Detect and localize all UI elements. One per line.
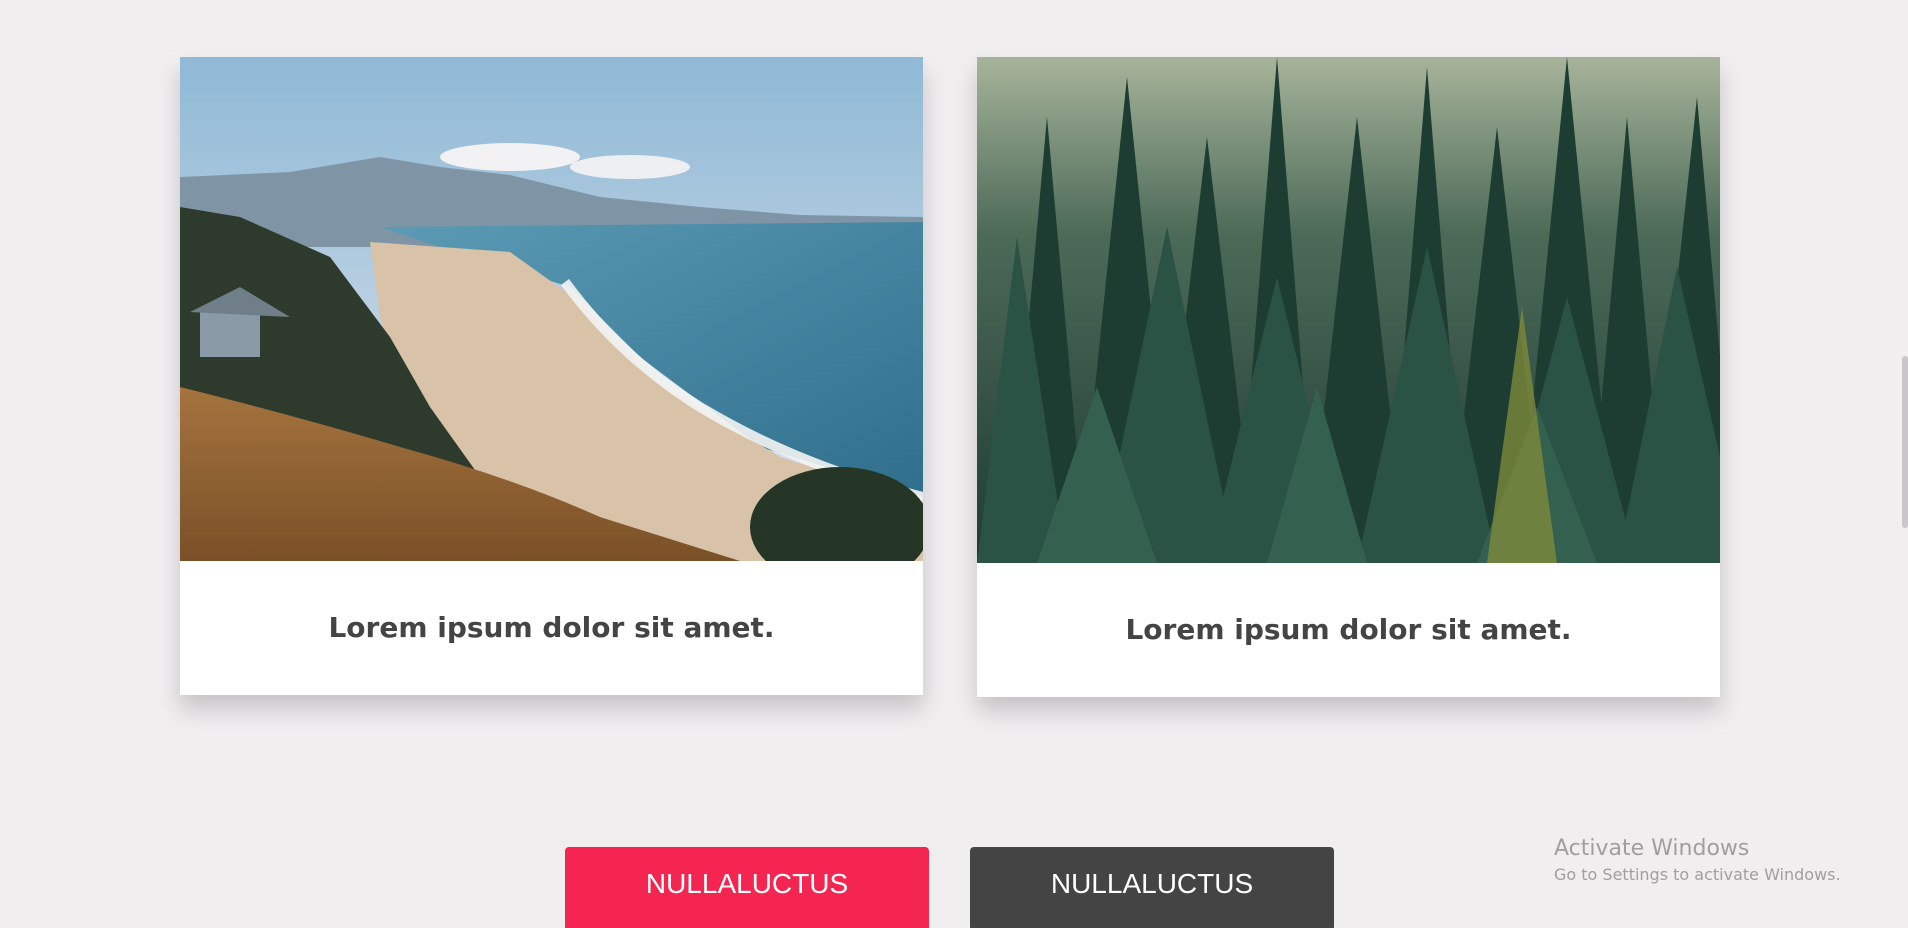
page: Lorem ipsum dolor sit amet. Lorem ipsum … xyxy=(0,0,1908,928)
secondary-button[interactable]: NULLALUCTUS xyxy=(970,847,1334,928)
activate-windows-watermark: Activate Windows Go to Settings to activ… xyxy=(1554,834,1841,886)
vertical-scrollbar[interactable] xyxy=(1900,0,1908,928)
watermark-title: Activate Windows xyxy=(1554,836,1750,861)
coastline-image xyxy=(180,57,923,561)
forest-image xyxy=(977,57,1720,563)
card-caption: Lorem ipsum dolor sit amet. xyxy=(328,611,775,644)
card-caption: Lorem ipsum dolor sit amet. xyxy=(1125,613,1572,646)
scrollbar-thumb[interactable] xyxy=(1902,356,1908,528)
card-forest[interactable]: Lorem ipsum dolor sit amet. xyxy=(977,57,1720,697)
primary-button[interactable]: NULLALUCTUS xyxy=(565,847,929,928)
card-coastline[interactable]: Lorem ipsum dolor sit amet. xyxy=(180,57,923,695)
watermark-subtitle: Go to Settings to activate Windows. xyxy=(1554,865,1841,884)
